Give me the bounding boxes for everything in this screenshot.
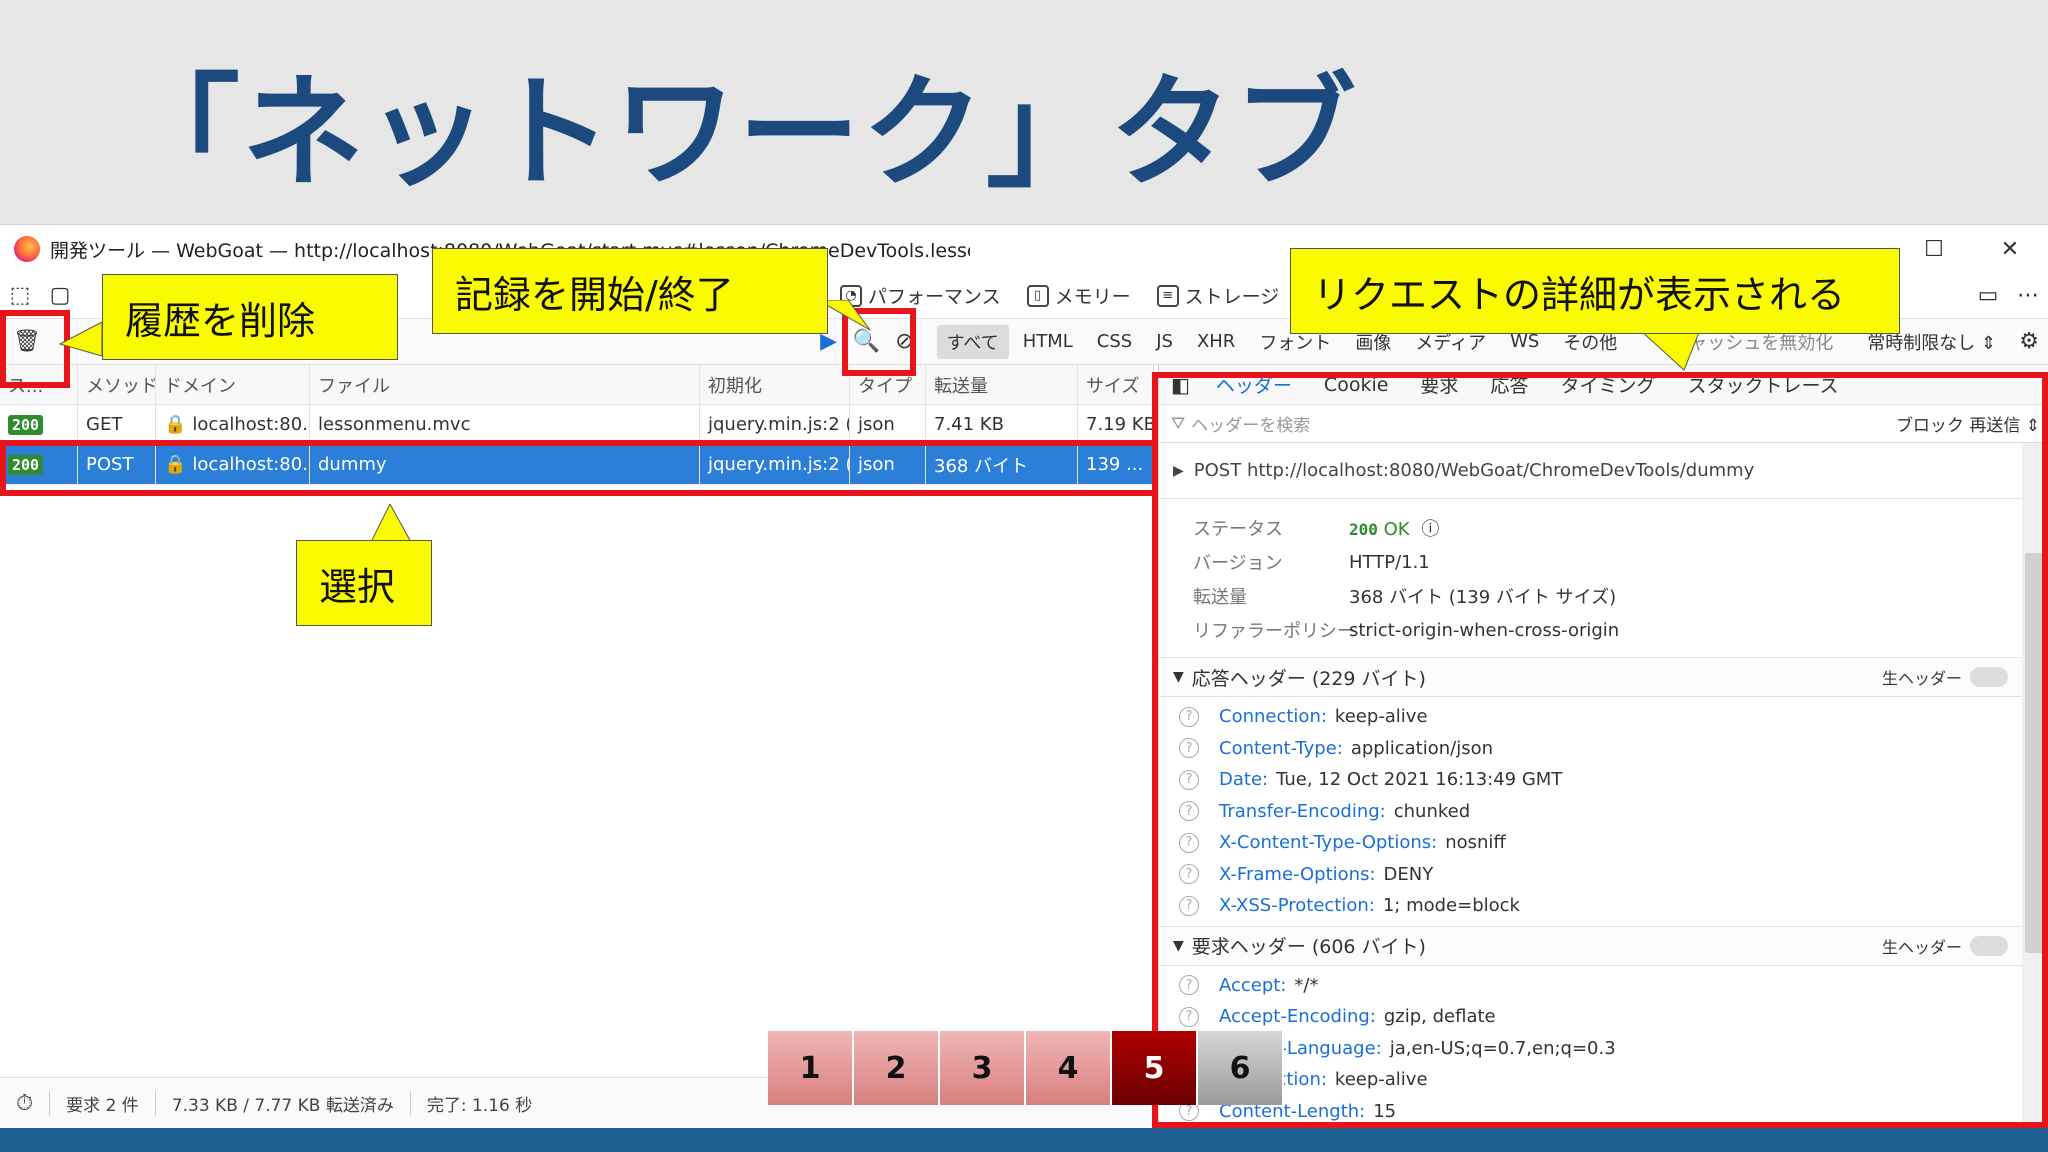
col-domain[interactable]: ドメイン: [156, 365, 310, 404]
col-initiator[interactable]: 初期化: [700, 365, 850, 404]
col-method[interactable]: メソッド: [78, 365, 156, 404]
slide-pager: 1 2 3 4 5 6: [768, 1031, 1284, 1105]
callout-pointer-clear: [58, 322, 103, 357]
more-options-icon[interactable]: ⋯: [2008, 276, 2048, 316]
highlight-selected-row: [0, 440, 1158, 496]
cell-initiator: jquery.min.js:2 (...: [700, 405, 850, 444]
table-row[interactable]: 200 GET 🔒 localhost:80... lessonmenu.mvc …: [0, 405, 1154, 445]
cell-type: json: [850, 405, 926, 444]
filter-html[interactable]: HTML: [1013, 327, 1083, 356]
callout-pointer-details: [1640, 330, 1701, 371]
page-6-button[interactable]: 6: [1198, 1031, 1284, 1105]
memory-chip-icon: ▯: [1026, 284, 1049, 307]
col-file[interactable]: ファイル: [310, 365, 700, 404]
transfer-total: 7.33 KB / 7.77 KB 転送済み: [156, 1091, 411, 1116]
slide-footer-bar: [0, 1128, 2048, 1152]
cell-transferred: 7.41 KB: [926, 405, 1078, 444]
callout-request-details: リクエストの詳細が表示される: [1290, 248, 1900, 334]
stopwatch-icon: ⏱: [0, 1091, 51, 1116]
cell-domain: 🔒 localhost:80...: [156, 405, 310, 444]
filter-xhr[interactable]: XHR: [1187, 327, 1245, 356]
request-table-header: ス... メソッド ドメイン ファイル 初期化 タイプ 転送量 サイズ: [0, 365, 1154, 405]
request-count: 要求 2 件: [50, 1091, 156, 1116]
firefox-logo-icon: [14, 236, 40, 262]
cell-file: lessonmenu.mvc: [310, 405, 700, 444]
dock-icon[interactable]: ▭: [1968, 276, 2008, 316]
page-3-button[interactable]: 3: [940, 1031, 1026, 1105]
tab-storage[interactable]: ≡ ストレージ: [1156, 282, 1279, 309]
gear-icon[interactable]: ⚙: [2010, 322, 2048, 362]
filter-css[interactable]: CSS: [1087, 327, 1142, 356]
cell-method: GET: [78, 405, 156, 444]
col-transferred[interactable]: 転送量: [926, 365, 1078, 404]
filter-js[interactable]: JS: [1146, 327, 1183, 356]
status-badge: 200: [8, 414, 44, 435]
lock-icon: 🔒: [164, 414, 187, 435]
filter-all[interactable]: すべて: [936, 324, 1009, 359]
storage-icon: ≡: [1156, 284, 1179, 307]
page-1-button[interactable]: 1: [768, 1031, 854, 1105]
page-5-button[interactable]: 5: [1112, 1031, 1198, 1105]
tab-memory[interactable]: ▯ メモリー: [1026, 282, 1131, 309]
callout-record: 記録を開始/終了: [432, 248, 828, 334]
callout-select: 選択: [296, 540, 432, 626]
page-2-button[interactable]: 2: [854, 1031, 940, 1105]
page-4-button[interactable]: 4: [1026, 1031, 1112, 1105]
highlight-detail-panel: [1152, 372, 2048, 1128]
callout-clear-history: 履歴を削除: [102, 274, 398, 360]
maximize-button[interactable]: ☐: [1896, 225, 1972, 273]
finish-time: 完了: 1.16 秒: [426, 1096, 533, 1116]
cell-size: 7.19 KB: [1078, 405, 1154, 444]
col-size[interactable]: サイズ: [1078, 365, 1154, 404]
slide-title: 「ネットワーク」タブ: [118, 62, 1358, 204]
close-button[interactable]: ✕: [1972, 225, 2048, 273]
